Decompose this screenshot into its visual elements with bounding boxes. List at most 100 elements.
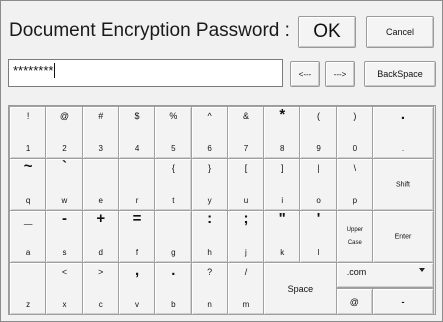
key-label: .com [346,267,367,277]
key-shift-char: ` [61,158,67,175]
chevron-down-icon [418,268,425,272]
key-2-3[interactable]: = f [117,210,157,263]
key-0-0[interactable]: ! 1 [9,106,48,159]
key-1-1[interactable]: ` w [45,158,84,211]
key-at[interactable]: @ [335,288,373,315]
key-shift-char: ] [280,163,284,173]
key-shift-char: | [317,163,320,173]
key-0-1[interactable]: @2 [45,106,84,159]
key-char: 4 [134,144,140,153]
dialog-title: Document Encryption Password : [9,20,290,41]
key-upper-case[interactable]: Upper Case [335,210,374,263]
key-char: o [316,196,321,205]
key-char: d [98,248,103,257]
key-1-6[interactable]: [u [226,158,266,211]
key-dotcom-dropdown[interactable]: .com [335,262,434,288]
key-shift-char: . [171,262,176,279]
key-1-3[interactable]: r [117,158,157,211]
key-char: g [171,248,176,257]
key-0-2[interactable]: #3 [81,106,120,159]
key-shift-char: / [244,267,248,277]
key-0-5[interactable]: ^ 6 [190,106,229,159]
cursor-right-button[interactable]: ---> [325,61,355,87]
key-1-2[interactable]: e [81,158,120,211]
key-shift-char: - [61,210,67,227]
backspace-button[interactable]: BackSpace [364,61,436,87]
key-3-1[interactable]: < x [45,262,84,315]
key-shift-char: \ [353,163,357,173]
key-3-0[interactable]: z [9,262,48,315]
key-char: 2 [62,144,67,153]
key-2-4[interactable]: g [154,210,193,263]
key-0-8[interactable]: (9 [299,106,338,159]
key-1-5[interactable]: } y [190,158,229,211]
key-1-9[interactable]: \ p [335,158,374,211]
key-shift-char: < [61,267,68,277]
key-char: f [135,248,139,257]
key-label-line1: Upper [346,226,363,233]
key-char: e [98,196,103,205]
key-shift-char: { [171,163,175,173]
key-char: 8 [280,144,285,153]
key-0-3[interactable]: $4 [117,106,157,159]
key-label: @ [349,296,359,307]
key-shift-char: ; [243,210,249,227]
key-2-6[interactable]: ; j [226,210,266,263]
key-0-4[interactable]: % 5 [154,106,193,159]
key-char: c [98,300,103,309]
key-shift-char: > [98,267,104,277]
key-3-3[interactable]: ,v [117,262,157,315]
key-char: . [401,144,405,153]
key-char: 9 [316,144,321,153]
key-3-2[interactable]: > c [81,262,120,315]
password-value: ******** [13,63,54,78]
key-2-5[interactable]: :h [190,210,229,263]
key-char: j [245,248,247,257]
key-1-4[interactable]: {t [154,158,193,211]
key-shift-char: + [96,210,106,227]
key-char: t [172,196,175,205]
key-2-0[interactable]: _ a [9,210,48,263]
key-char: w [61,196,68,205]
cursor-left-button[interactable]: <--- [290,61,320,87]
key-3-6[interactable]: / m [226,262,266,315]
key-char: k [280,248,285,257]
key-char: 7 [243,144,249,153]
key-shift-char: ) [353,111,357,121]
key-1-8[interactable]: | o [299,158,338,211]
key-0-10[interactable]: .. [372,106,434,159]
key-shift-char: } [208,163,212,173]
key-0-6[interactable]: & 7 [226,106,266,159]
key-shift[interactable]: Shift [372,158,434,211]
text-caret [54,63,56,78]
key-0-7[interactable]: * 8 [263,106,302,159]
key-enter[interactable]: Enter [372,210,434,263]
key-0-9[interactable]: ) 0 [335,106,374,159]
key-2-7[interactable]: " k [263,210,302,263]
key-dash[interactable]: - [372,288,434,315]
key-char: 1 [25,144,31,153]
password-field[interactable]: ******** [8,59,283,87]
key-shift-char: ! [26,111,30,121]
key-char: l [317,248,320,257]
key-char: b [171,300,176,309]
key-char: 0 [352,144,358,153]
cancel-button[interactable]: Cancel [366,16,434,48]
key-2-8[interactable]: ' l [299,210,338,263]
key-2-1[interactable]: -s [45,210,84,263]
password-dialog: Document Encryption Password : OK Cancel… [0,0,443,322]
key-2-2[interactable]: + d [81,210,120,263]
key-char: z [26,300,31,309]
key-1-7[interactable]: ] i [263,158,302,211]
key-3-5[interactable]: ? n [190,262,229,315]
key-3-4[interactable]: .b [154,262,193,315]
key-1-0[interactable]: ~ q [9,158,48,211]
key-label: Enter [394,233,412,240]
key-char: n [207,300,212,309]
key-char: q [25,196,31,205]
key-char: y [207,196,212,205]
key-shift-char: * [279,106,286,123]
ok-button[interactable]: OK [298,16,356,48]
key-space[interactable]: Space [263,262,338,315]
key-label: Space [287,283,314,294]
